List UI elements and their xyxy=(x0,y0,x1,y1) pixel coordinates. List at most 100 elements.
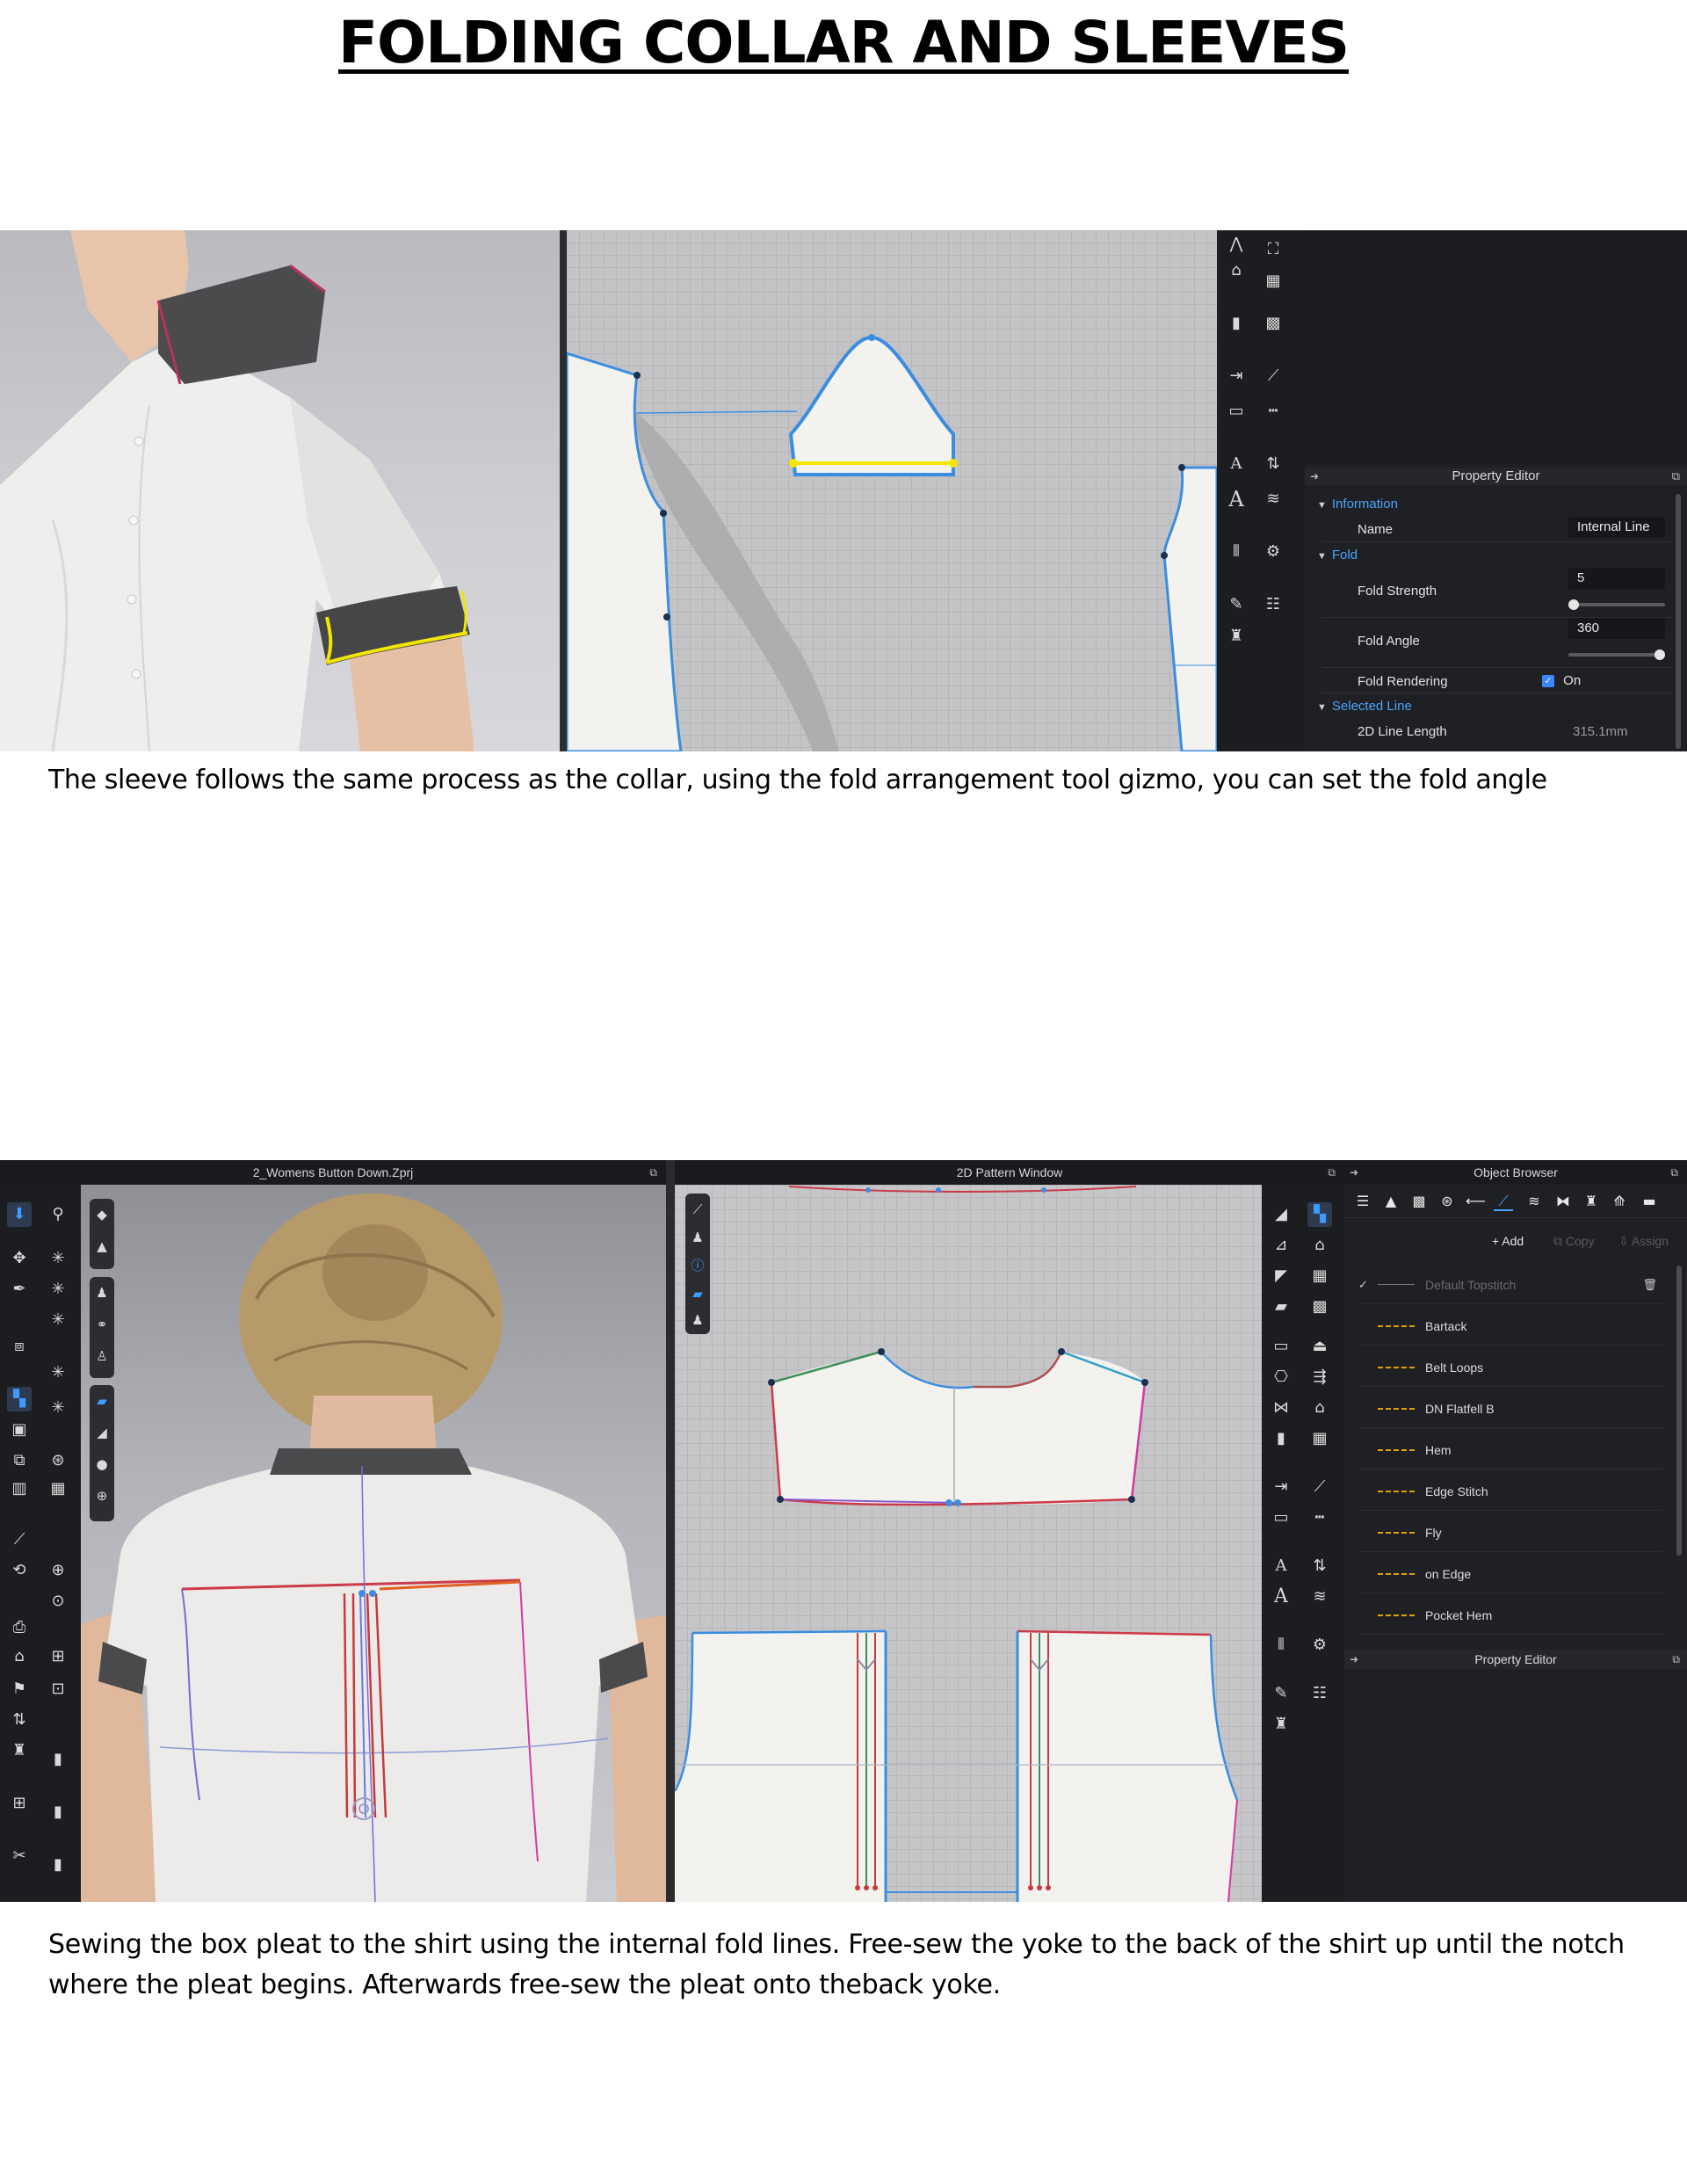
garment-icon[interactable]: ♟ xyxy=(685,1308,710,1332)
knife-tool-icon[interactable]: ✂ xyxy=(7,1844,32,1868)
buttonhole-tab-icon[interactable]: ⟵ xyxy=(1466,1192,1486,1211)
shirt-checker-icon[interactable]: ▦ xyxy=(1307,1264,1332,1288)
simulation-icon[interactable]: ⚲ xyxy=(46,1202,70,1227)
pattern-2d-viewport[interactable] xyxy=(567,230,1217,751)
measure-icon[interactable]: ▣ xyxy=(7,1418,32,1442)
cube-view-icon[interactable]: ◆ xyxy=(90,1202,114,1227)
shirt-display-icon[interactable]: ♟ xyxy=(90,1281,114,1305)
pin-tool-icon[interactable]: ✎ xyxy=(1269,1681,1293,1706)
fold-strength-field[interactable]: 5 xyxy=(1568,568,1665,589)
factory-icon[interactable]: ▥ xyxy=(7,1477,32,1501)
seam-icon[interactable]: ⌂ xyxy=(1307,1396,1332,1420)
layer-icon[interactable]: ▮ xyxy=(46,1853,70,1877)
shrink-icon[interactable]: ✳ xyxy=(46,1396,70,1420)
edit-curve-icon[interactable]: ⋀ xyxy=(1224,232,1249,257)
info-icon[interactable]: ⓘ xyxy=(685,1253,710,1278)
annotation-tool-icon[interactable]: A xyxy=(1269,1585,1293,1609)
float-window-icon[interactable]: ⧉ xyxy=(649,1160,657,1185)
trash-icon[interactable]: 🗑 xyxy=(1642,1266,1657,1304)
avatar-display-icon[interactable]: ♙ xyxy=(90,1344,114,1368)
edit-curve-icon[interactable]: ⊿ xyxy=(1269,1233,1293,1258)
dashed-line-icon[interactable]: ┅ xyxy=(1261,399,1285,424)
ruler-v-icon[interactable]: ⇥ xyxy=(1224,364,1249,388)
annotation-tool-icon[interactable]: A xyxy=(1224,487,1249,512)
topstitch-3d-icon[interactable]: ⚑ xyxy=(7,1677,32,1701)
pattern-edit-icon[interactable]: ⟋ xyxy=(685,1197,710,1222)
sewing-machine-icon[interactable]: ⚙ xyxy=(1261,540,1285,564)
fabric-checker-icon[interactable]: ▩ xyxy=(1307,1295,1332,1319)
avatar-tool-icon[interactable]: ♜ xyxy=(1224,624,1249,649)
button-hole-icon[interactable]: ⊕ xyxy=(46,1558,70,1583)
float-window-icon[interactable]: ⧉ xyxy=(1670,1160,1678,1185)
fill-icon[interactable]: ⎔ xyxy=(1269,1365,1293,1389)
rectangle-icon[interactable]: ▮ xyxy=(1269,1426,1293,1451)
stack-icon[interactable]: ▦ xyxy=(1307,1426,1332,1451)
curve-point-icon[interactable]: ⌂ xyxy=(1307,1233,1332,1258)
avatar-3d-viewport[interactable] xyxy=(0,230,560,751)
list-item[interactable]: ✓ Default Topstitch 🗑 xyxy=(1358,1266,1662,1304)
pin-icon[interactable]: ➜ xyxy=(1310,468,1319,485)
panel-scrollbar[interactable] xyxy=(1676,494,1681,749)
fold-tool-icon[interactable]: ✥ xyxy=(7,1246,32,1271)
texture-icon[interactable]: ▰ xyxy=(90,1389,114,1413)
skin-icon[interactable]: ● xyxy=(90,1452,114,1477)
zipper-tab-icon[interactable]: ⧓ xyxy=(1553,1192,1573,1211)
float-window-icon[interactable]: ⧉ xyxy=(1672,1650,1680,1669)
hanger-icon[interactable]: ⚭ xyxy=(90,1312,114,1337)
float-window-icon[interactable]: ⧉ xyxy=(1328,1160,1336,1185)
steam-icon[interactable]: ✳ xyxy=(46,1360,70,1385)
select-move-icon[interactable]: ⬇ xyxy=(7,1202,32,1227)
text-tool-icon[interactable]: A xyxy=(1269,1554,1293,1578)
list-item[interactable]: DN Flatfell B xyxy=(1358,1389,1662,1428)
grade-tool-icon[interactable]: ⦀ xyxy=(1269,1633,1293,1658)
stitch-length-icon[interactable]: ⇅ xyxy=(1307,1554,1332,1578)
folder-icon[interactable]: ▰ xyxy=(1269,1295,1293,1319)
fold-pattern-icon[interactable]: ◤ xyxy=(1269,1264,1293,1288)
stitch-length-icon[interactable]: ⇅ xyxy=(1261,452,1285,476)
list-scrollbar[interactable] xyxy=(1676,1266,1682,1556)
fold-arrangement-icon[interactable]: ⛶ xyxy=(1261,237,1285,262)
fold-angle-field[interactable]: 360 xyxy=(1568,618,1665,639)
fabric-stack-icon[interactable]: ☷ xyxy=(1307,1681,1332,1706)
checkmark-icon[interactable]: ✓ xyxy=(1542,675,1554,688)
float-window-icon[interactable]: ⧉ xyxy=(1672,468,1680,485)
fold-angle-slider[interactable] xyxy=(1568,649,1665,660)
list-item[interactable]: Pocket Hem xyxy=(1358,1596,1662,1635)
text-tool-icon[interactable]: A xyxy=(1224,452,1249,476)
button-select-icon[interactable]: ⊙ xyxy=(46,1589,70,1614)
trace-tool-icon[interactable]: ▮ xyxy=(1224,311,1249,336)
grade-tool-icon[interactable]: ⦀ xyxy=(1224,540,1249,564)
pattern-2d-window[interactable]: ⟋ ♟ ⓘ ▰ ♟ xyxy=(675,1185,1262,1902)
graphic-icon[interactable]: ⎙ xyxy=(7,1615,32,1640)
shading-icon[interactable]: ◢ xyxy=(90,1420,114,1445)
add-button[interactable]: + Add xyxy=(1492,1234,1524,1248)
fold-rendering-checkbox[interactable]: ✓ On xyxy=(1542,673,1647,688)
viewport-3d-avatar[interactable]: ◆ ▲ ♟ ⚭ ♙ ▰ ◢ ● ⊕ xyxy=(81,1185,666,1902)
zigzag-stitch-icon[interactable]: ≋ xyxy=(1261,487,1285,512)
pin-tool-icon[interactable]: ✎ xyxy=(1224,592,1249,617)
shirt-display-icon[interactable]: ♟ xyxy=(685,1225,710,1250)
pleat-icon[interactable]: ⇶ xyxy=(1307,1365,1332,1389)
transform-icon[interactable]: ⧈ xyxy=(7,1334,32,1359)
list-item[interactable]: Bartack xyxy=(1358,1307,1662,1346)
brush-tool-icon[interactable]: ✒ xyxy=(7,1277,32,1302)
fabric-stack-icon[interactable]: ☷ xyxy=(1261,592,1285,617)
sewing-machine-icon[interactable]: ⚙ xyxy=(1307,1633,1332,1658)
name-field[interactable]: Internal Line xyxy=(1568,517,1665,538)
puckering-icon[interactable]: ⊞ xyxy=(46,1644,70,1669)
tack-tool-icon[interactable]: ✳ xyxy=(46,1246,70,1271)
mesh-tool-icon[interactable]: ⊞ xyxy=(7,1791,32,1816)
slider-knob[interactable] xyxy=(1654,649,1665,660)
trim-icon[interactable]: ♜ xyxy=(7,1738,32,1763)
trace-icon[interactable]: ▭ xyxy=(1269,1334,1293,1359)
fabric-tool-icon[interactable]: ▮ xyxy=(46,1800,70,1825)
pane-divider[interactable] xyxy=(560,230,567,751)
pattern-tab-icon[interactable]: ▩ xyxy=(1409,1192,1429,1211)
garment-view-icon[interactable]: ▲ xyxy=(90,1234,114,1259)
segment-tool-icon[interactable]: ⌂ xyxy=(1224,258,1249,283)
pin-icon[interactable]: ➜ xyxy=(1350,1160,1358,1185)
button-tool-icon[interactable]: ⊛ xyxy=(46,1448,70,1473)
copy-button[interactable]: ⧉ Copy xyxy=(1553,1234,1595,1249)
fabric-tab-icon[interactable]: ▲ xyxy=(1381,1192,1401,1211)
assign-button[interactable]: ⇩ Assign xyxy=(1618,1234,1669,1249)
